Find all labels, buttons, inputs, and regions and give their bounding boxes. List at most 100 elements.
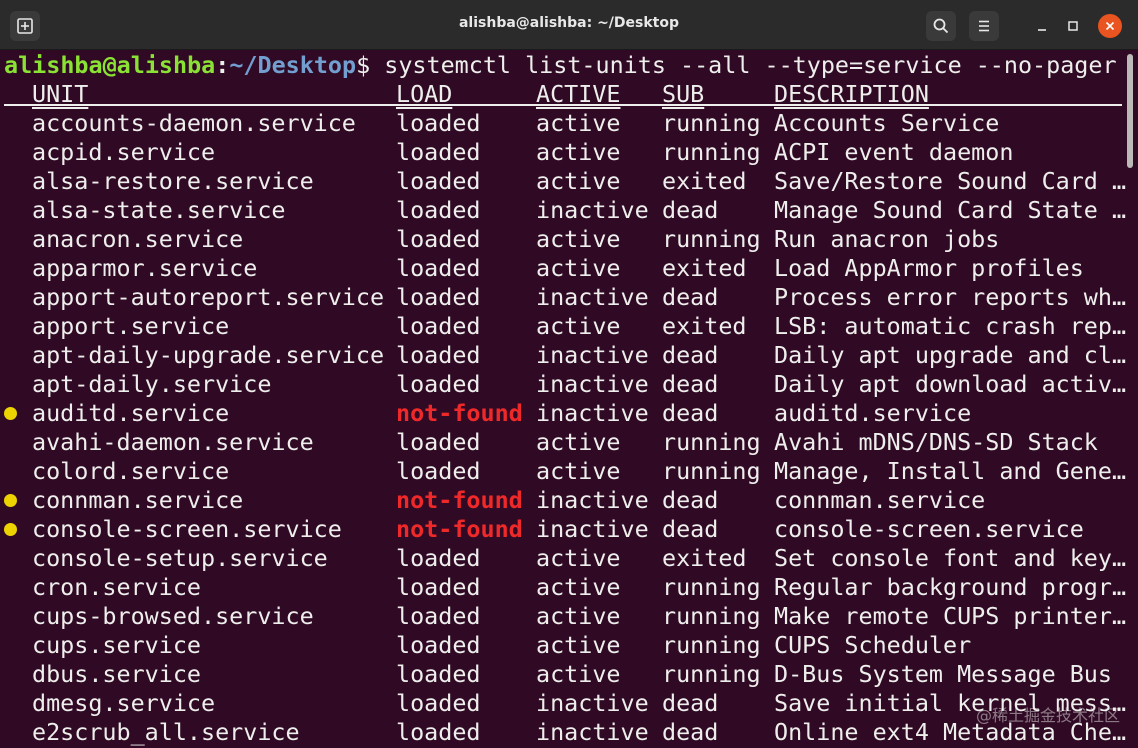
sub-state: dead (662, 718, 719, 746)
unit-description: console-screen.service (774, 515, 1084, 543)
load-state: loaded (396, 138, 481, 166)
window-title: alishba@alishba: ~/Desktop (458, 15, 680, 31)
sub-state: exited (662, 312, 747, 340)
load-state: not-found (396, 515, 523, 543)
search-button[interactable] (926, 11, 956, 41)
table-row: e2scrub_all.service loaded inactive dead Onl… (4, 718, 1126, 747)
active-state: inactive (536, 515, 649, 543)
active-state: active (536, 660, 621, 688)
sub-state: running (662, 138, 761, 166)
unit-description: Save/Restore Sound Card … (774, 167, 1127, 195)
table-row: alsa-state.service loaded inactive dead Mana… (4, 196, 1126, 225)
unit-description: Load AppArmor profiles (774, 254, 1084, 282)
sub-state: dead (662, 399, 719, 427)
header-underline (4, 104, 1122, 106)
warning-dot-icon (4, 494, 17, 507)
active-state: inactive (536, 689, 649, 717)
close-button[interactable] (1098, 14, 1122, 38)
table-row: apt-daily.service loaded inactive dead Daily… (4, 370, 1127, 399)
unit-description: LSB: automatic crash rep… (774, 312, 1127, 340)
maximize-button[interactable] (1061, 14, 1085, 38)
load-state: loaded (396, 167, 481, 195)
sub-state: running (662, 225, 761, 253)
command-prompt-line: alishba@alishba:~/Desktop$ systemctl lis… (4, 51, 1117, 80)
load-state: not-found (396, 399, 523, 427)
warning-dot-icon (4, 407, 17, 420)
unit-description: ACPI event daemon (774, 138, 1014, 166)
unit-description: Run anacron jobs (774, 225, 1000, 253)
unit-name: auditd.service (32, 399, 230, 427)
search-icon (933, 18, 949, 34)
sub-state: exited (662, 254, 747, 282)
active-state: active (536, 167, 621, 195)
unit-name: avahi-daemon.service (32, 428, 314, 456)
load-state: loaded (396, 631, 481, 659)
unit-description: Accounts Service (774, 109, 1000, 137)
active-state: active (536, 457, 621, 485)
active-state: active (536, 225, 621, 253)
sub-state: running (662, 660, 761, 688)
unit-description: Set console font and key… (774, 544, 1127, 572)
load-state: loaded (396, 689, 481, 717)
watermark: @稀土掘金技术社区 (975, 706, 1120, 725)
active-state: inactive (536, 399, 649, 427)
unit-name: apparmor.service (32, 254, 258, 282)
terminal-output[interactable]: alishba@alishba:~/Desktop$ systemctl lis… (0, 50, 1138, 748)
hamburger-menu-icon (979, 20, 989, 32)
table-row: acpid.service loaded active running ACPI eve… (4, 138, 1124, 167)
title-bar[interactable]: alishba@alishba: ~/Desktop (0, 0, 1138, 50)
sub-state: running (662, 602, 761, 630)
table-row: accounts-daemon.service loaded active runni… (4, 109, 1124, 138)
active-state: active (536, 109, 621, 137)
table-row: cron.service loaded active running Regular b… (4, 573, 1127, 602)
unit-description: Daily apt upgrade and cl… (774, 341, 1127, 369)
unit-name: connman.service (32, 486, 244, 514)
unit-description: connman.service (774, 486, 986, 514)
sub-state: dead (662, 196, 719, 224)
unit-name: accounts-daemon.service (32, 109, 356, 137)
sub-state: exited (662, 544, 747, 572)
active-state: active (536, 544, 621, 572)
unit-name: apport-autoreport.service (32, 283, 385, 311)
sub-state: running (662, 457, 761, 485)
sub-state: running (662, 631, 761, 659)
table-row: auditd.service not-found inactive dead audit… (4, 399, 1124, 428)
unit-name: alsa-state.service (32, 196, 286, 224)
table-row: connman.service not-found inactive dead conn… (4, 486, 1124, 515)
table-row: apparmor.service loaded active exited Load A… (4, 254, 1124, 283)
sub-state: dead (662, 341, 719, 369)
load-state: not-found (396, 486, 523, 514)
load-state: loaded (396, 428, 481, 456)
load-state: loaded (396, 225, 481, 253)
minimize-button[interactable] (1030, 14, 1054, 38)
table-row: apport-autoreport.service loaded inactive d… (4, 283, 1126, 312)
unit-name: apport.service (32, 312, 230, 340)
unit-name: alsa-restore.service (32, 167, 314, 195)
warning-dot-icon (4, 523, 17, 536)
table-row: colord.service loaded active running Manage,… (4, 457, 1127, 486)
table-row: dmesg.service loaded inactive dead Save init… (4, 689, 1126, 718)
load-state: loaded (396, 718, 481, 746)
sub-state: running (662, 573, 761, 601)
minimize-icon (1038, 29, 1046, 31)
prompt-separator: : (215, 51, 230, 79)
table-row: dbus.service loaded active running D-Bus Sys… (4, 660, 1124, 689)
table-row: console-screen.service not-found inactive d… (4, 515, 1124, 544)
load-state: loaded (396, 196, 481, 224)
unit-description: Manage, Install and Gene… (774, 457, 1127, 485)
active-state: inactive (536, 486, 649, 514)
unit-name: dmesg.service (32, 689, 216, 717)
menu-button[interactable] (969, 11, 999, 41)
active-state: active (536, 631, 621, 659)
sub-state: dead (662, 486, 719, 514)
active-state: active (536, 138, 621, 166)
load-state: loaded (396, 370, 481, 398)
table-row: cups-browsed.service loaded active running M… (4, 602, 1126, 631)
unit-description: Regular background progr… (774, 573, 1127, 601)
scrollbar[interactable] (1127, 54, 1133, 168)
load-state: loaded (396, 544, 481, 572)
maximize-icon (1068, 21, 1078, 31)
active-state: active (536, 602, 621, 630)
unit-description: Daily apt download activ… (774, 370, 1127, 398)
unit-name: cups.service (32, 631, 201, 659)
